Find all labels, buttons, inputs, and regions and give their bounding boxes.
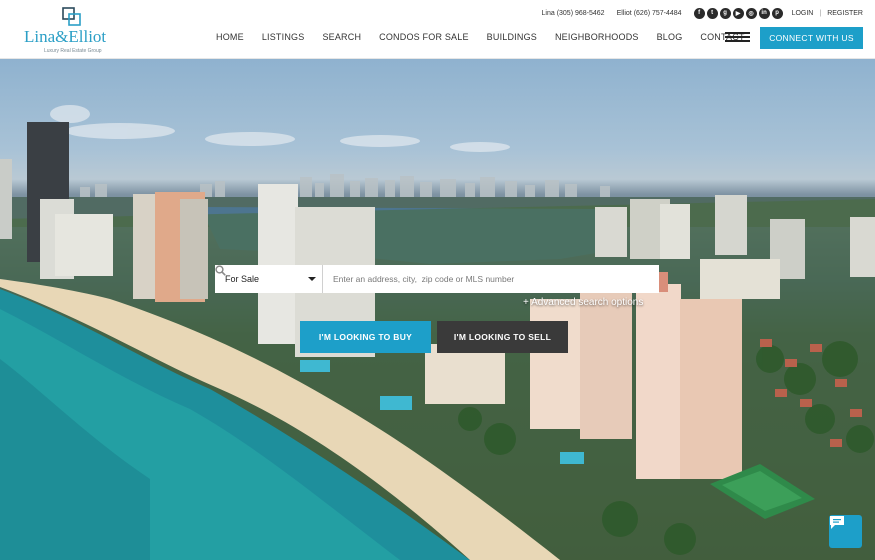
advanced-search-link[interactable]: + Advanced search options	[523, 297, 643, 308]
listing-type-select[interactable]: For Sale	[215, 265, 323, 293]
nav-item-condos-for-sale[interactable]: CONDOS FOR SALE	[379, 32, 469, 42]
phone-elliot[interactable]: Elliot (626) 757-4484	[617, 10, 682, 17]
looking-to-buy-button[interactable]: I'M LOOKING TO BUY	[300, 321, 431, 353]
auth-separator: |	[819, 9, 822, 17]
looking-to-sell-button[interactable]: I'M LOOKING TO SELL	[437, 321, 568, 353]
nav-item-blog[interactable]: BLOG	[657, 32, 683, 42]
nav-item-neighborhoods[interactable]: NEIGHBORHOODS	[555, 32, 639, 42]
chat-icon[interactable]	[829, 515, 862, 548]
top-utility-bar: Lina (305) 968-5462 Elliot (626) 757-448…	[542, 7, 863, 19]
facebook-icon[interactable]: f	[693, 7, 705, 19]
youtube-icon[interactable]: ▶	[732, 7, 744, 19]
chevron-down-icon	[308, 277, 316, 281]
nav-item-search[interactable]: SEARCH	[322, 32, 361, 42]
brand-tagline: Luxury Real Estate Group	[44, 48, 102, 54]
google-plus-icon[interactable]: g	[719, 7, 731, 19]
listing-type-value: For Sale	[225, 274, 260, 284]
connect-with-us-button[interactable]: CONNECT WITH US	[760, 27, 863, 49]
search-icon[interactable]	[215, 265, 659, 293]
social-links: f t g ▶ ◎ in p	[693, 7, 783, 19]
nav-item-listings[interactable]: LISTINGS	[262, 32, 305, 42]
login-link[interactable]: LOGIN	[792, 10, 814, 17]
brand-logo[interactable]: Lina&Elliot Luxury Real Estate Group	[22, 6, 122, 56]
main-nav: HOME LISTINGS SEARCH CONDOS FOR SALE BUI…	[216, 31, 763, 43]
hero-section: For Sale + Advanced search options I'M L…	[0, 59, 875, 560]
nav-item-home[interactable]: HOME	[216, 32, 244, 42]
twitter-icon[interactable]: t	[706, 7, 718, 19]
site-header: Lina&Elliot Luxury Real Estate Group Lin…	[0, 0, 875, 59]
pinterest-icon[interactable]: p	[771, 7, 783, 19]
phone-lina[interactable]: Lina (305) 968-5462	[542, 10, 605, 17]
hamburger-menu-icon[interactable]	[725, 31, 750, 43]
linkedin-icon[interactable]: in	[758, 7, 770, 19]
logo-mark-icon	[62, 7, 81, 26]
register-link[interactable]: REGISTER	[827, 10, 863, 17]
search-input[interactable]	[323, 265, 633, 293]
hero-background-image	[0, 105, 875, 560]
property-search-bar: For Sale	[215, 265, 659, 293]
brand-name: Lina&Elliot	[24, 27, 107, 46]
nav-item-buildings[interactable]: BUILDINGS	[487, 32, 537, 42]
instagram-icon[interactable]: ◎	[745, 7, 757, 19]
